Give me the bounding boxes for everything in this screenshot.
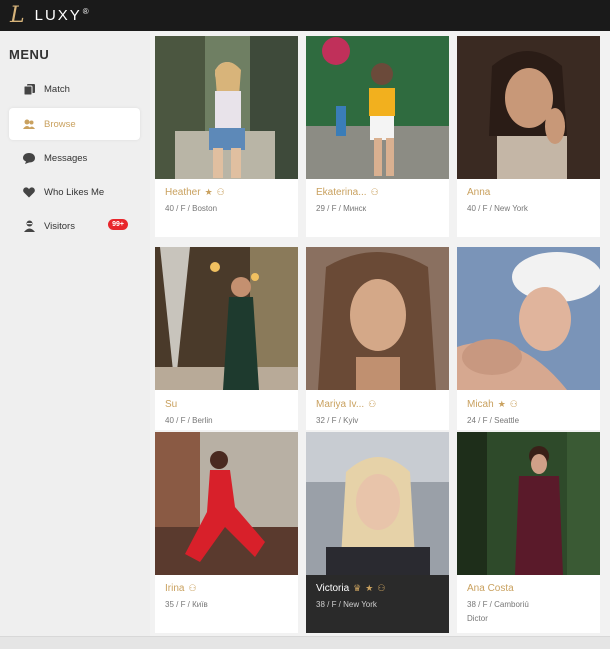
star-icon: ★ (497, 399, 506, 409)
registered-mark: ® (82, 7, 91, 16)
profile-name-row: Ekaterina... ⚇ (316, 187, 443, 198)
sidebar-item-browse[interactable]: Browse (9, 108, 140, 140)
heart-icon (23, 186, 35, 198)
sidebar-item-label: Visitors (44, 220, 75, 232)
profile-occupation: Dictor (467, 614, 488, 623)
profile-details: 40 / F / Berlin (165, 416, 213, 425)
sidebar-item-label: Match (44, 83, 70, 95)
profile-name-row: Micah ★ ⚇ (467, 399, 594, 410)
profile-photo[interactable] (306, 247, 449, 390)
sidebar-item-who-likes-me[interactable]: Who Likes Me (9, 176, 140, 208)
profile-photo[interactable] (457, 432, 600, 575)
profile-info: Heather ★ ⚇ 40 / F / Boston (165, 187, 292, 213)
profile-name-row: Ana Costa (467, 583, 594, 594)
verified-icon: ⚇ (188, 583, 197, 593)
sidebar-item-label: Messages (44, 152, 88, 164)
profile-info: Mariya Iv... ⚇ 32 / F / Kyiv (316, 399, 443, 425)
profile-details: 38 / F / Camboriú (467, 600, 529, 609)
profile-photo[interactable] (306, 36, 449, 179)
profile-details: 40 / F / Boston (165, 204, 218, 213)
profile-name: Ana Costa (467, 583, 514, 594)
profile-photo[interactable] (457, 247, 600, 390)
verified-icon: ⚇ (368, 399, 377, 409)
sidebar-item-messages[interactable]: Messages (9, 142, 140, 174)
profile-photo[interactable] (155, 247, 298, 390)
browse-icon (23, 118, 35, 130)
profile-name-row: Su (165, 399, 292, 410)
profile-name: Ekaterina... (316, 187, 367, 198)
profile-details: 40 / F / New York (467, 204, 528, 213)
sidebar-item-visitors[interactable]: Visitors 99+ (9, 210, 140, 242)
profile-card-anna[interactable]: Anna 40 / F / New York (457, 36, 600, 237)
profile-card-micah[interactable]: Micah ★ ⚇ 24 / F / Seattle (457, 247, 600, 430)
profile-details: 32 / F / Kyiv (316, 416, 359, 425)
profile-card-ana-costa[interactable]: Ana Costa 38 / F / Camboriú Dictor (457, 432, 600, 633)
profile-photo[interactable] (306, 432, 449, 575)
profile-info: Su 40 / F / Berlin (165, 399, 292, 425)
profile-name: Anna (467, 187, 491, 198)
verified-icon: ⚇ (216, 187, 225, 197)
brand-name: LUXY (34, 7, 82, 24)
visitors-icon (23, 220, 35, 232)
profile-details: 24 / F / Seattle (467, 416, 520, 425)
profile-name-row: Mariya Iv... ⚇ (316, 399, 443, 410)
menu-title: MENU (9, 47, 50, 62)
profile-name-row: Heather ★ ⚇ (165, 187, 292, 198)
profile-name: Micah (467, 399, 494, 410)
bottom-bar (0, 636, 610, 649)
profile-card-su[interactable]: Su 40 / F / Berlin (155, 247, 298, 430)
profile-card-mariya[interactable]: Mariya Iv... ⚇ 32 / F / Kyiv (306, 247, 449, 430)
profile-name: Victoria (316, 583, 350, 594)
profile-name-row: Anna (467, 187, 594, 198)
profile-name: Su (165, 399, 178, 410)
crown-icon: ♛ (353, 583, 362, 593)
profile-name-row: Irina ⚇ (165, 583, 292, 594)
profile-name: Heather (165, 187, 201, 198)
messages-icon (23, 152, 35, 164)
profile-info: Ana Costa 38 / F / Camboriú Dictor (467, 583, 594, 623)
sidebar-item-label: Who Likes Me (44, 186, 105, 198)
star-icon: ★ (365, 583, 374, 593)
profile-details: 35 / F / Київ (165, 600, 208, 609)
profile-card-irina[interactable]: Irina ⚇ 35 / F / Київ (155, 432, 298, 633)
profile-info: Micah ★ ⚇ 24 / F / Seattle (467, 399, 594, 425)
verified-icon: ⚇ (377, 583, 386, 593)
sidebar-item-match[interactable]: Match (9, 73, 140, 105)
profile-card-heather[interactable]: Heather ★ ⚇ 40 / F / Boston (155, 36, 298, 237)
match-icon (23, 83, 35, 95)
profile-info: Irina ⚇ 35 / F / Київ (165, 583, 292, 609)
luxy-logo-text[interactable]: LUXY® (35, 7, 91, 24)
profile-name-row: Victoria ♛ ★ ⚇ (316, 583, 443, 594)
profile-name: Mariya Iv... (316, 399, 365, 410)
profile-info: Victoria ♛ ★ ⚇ 38 / F / New York (316, 583, 443, 609)
sidebar-item-label: Browse (44, 118, 76, 130)
profile-photo[interactable] (457, 36, 600, 179)
profile-card-ekaterina[interactable]: Ekaterina... ⚇ 29 / F / Минск (306, 36, 449, 237)
profile-photo[interactable] (155, 432, 298, 575)
profile-info: Anna 40 / F / New York (467, 187, 594, 213)
visitors-count-badge: 99+ (108, 219, 128, 230)
profile-details: 38 / F / New York (316, 600, 377, 609)
profile-info: Ekaterina... ⚇ 29 / F / Минск (316, 187, 443, 213)
luxy-logo-mark[interactable]: L (10, 4, 25, 27)
profile-details: 29 / F / Минск (316, 204, 367, 213)
top-bar: L LUXY® (0, 0, 610, 31)
profile-card-victoria[interactable]: Victoria ♛ ★ ⚇ 38 / F / New York (306, 432, 449, 633)
star-icon: ★ (204, 187, 213, 197)
profile-name: Irina (165, 583, 185, 594)
sidebar: MENU Match Browse Messages Who Likes Me … (0, 31, 150, 641)
profile-photo[interactable] (155, 36, 298, 179)
verified-icon: ⚇ (370, 187, 379, 197)
verified-icon: ⚇ (509, 399, 518, 409)
